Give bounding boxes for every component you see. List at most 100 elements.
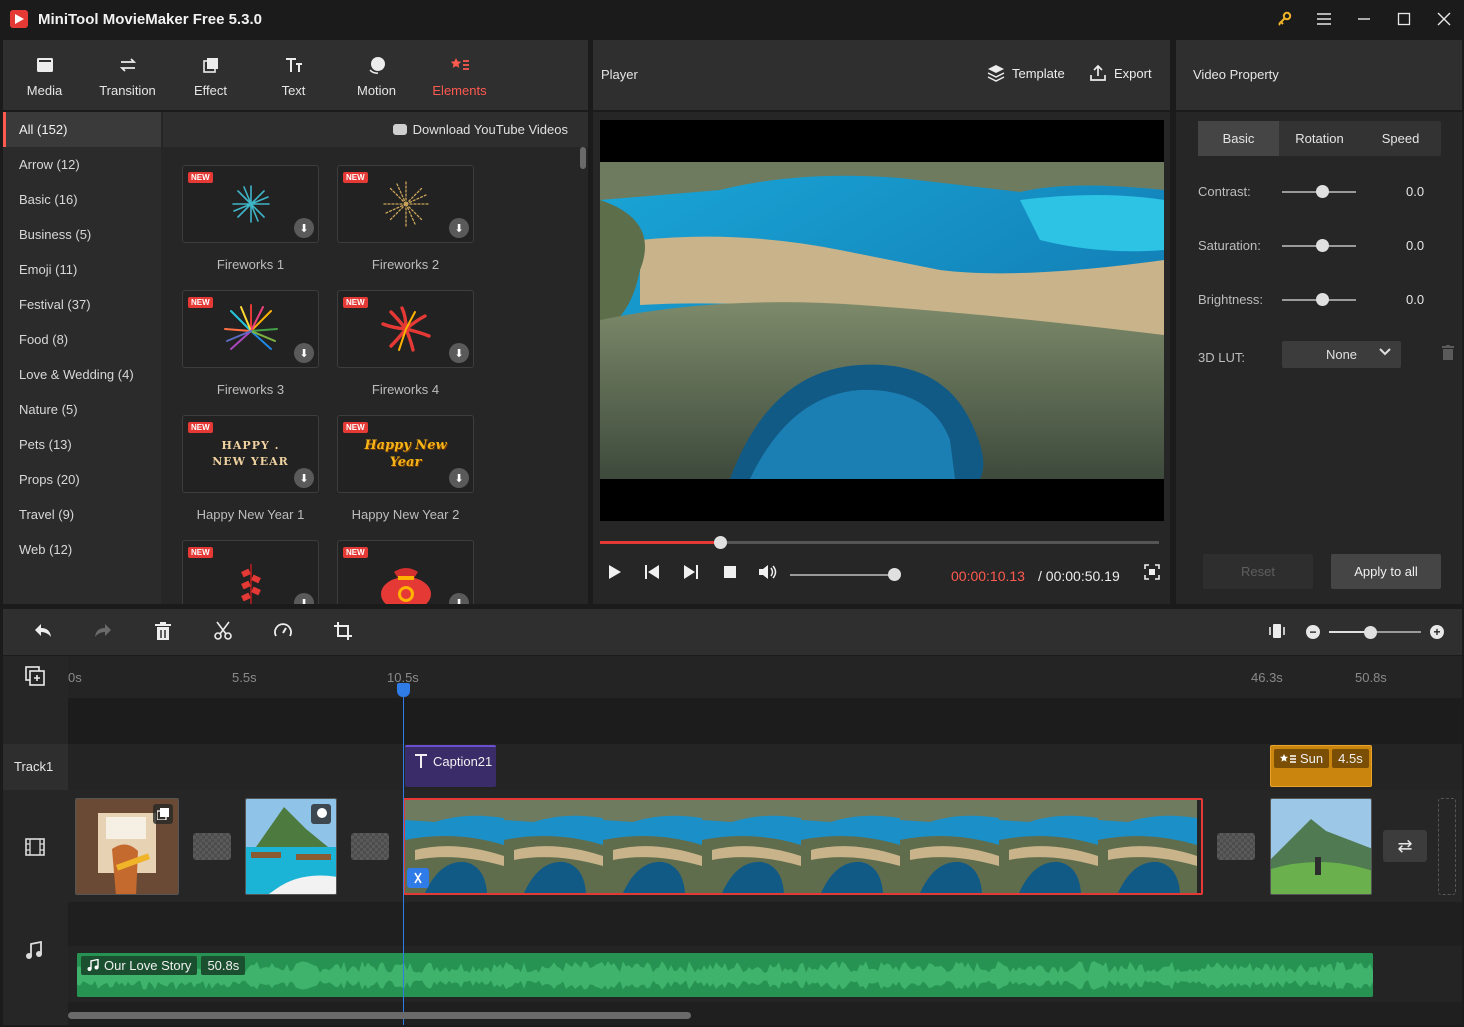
export-button[interactable]: Export <box>1089 64 1152 82</box>
volume-slider[interactable] <box>790 574 893 576</box>
template-button[interactable]: Template <box>987 64 1065 82</box>
redo-icon[interactable] <box>93 621 113 641</box>
next-frame-icon[interactable] <box>683 564 699 580</box>
video-clip-mountain[interactable] <box>1270 798 1372 895</box>
brightness-label: Brightness: <box>1198 292 1264 307</box>
category-all[interactable]: All (152) <box>3 112 161 147</box>
stop-icon[interactable] <box>722 564 738 580</box>
brightness-handle[interactable] <box>1316 293 1329 306</box>
timeline-scrollbar[interactable] <box>68 1012 691 1019</box>
tab-effect[interactable]: Effect <box>169 40 252 110</box>
trash-icon[interactable] <box>1442 345 1454 360</box>
key-icon[interactable] <box>1264 0 1304 38</box>
crop-icon[interactable] <box>333 621 353 641</box>
transition-slot[interactable] <box>193 833 231 860</box>
zoom-in-icon[interactable]: + <box>1430 625 1444 639</box>
download-icon[interactable]: ⬇ <box>294 343 314 363</box>
category-nature[interactable]: Nature (5) <box>3 392 161 427</box>
download-icon[interactable]: ⬇ <box>294 218 314 238</box>
tab-speed[interactable]: Speed <box>1360 121 1441 156</box>
category-arrow[interactable]: Arrow (12) <box>3 147 161 182</box>
elements-icon <box>1280 753 1296 763</box>
lut-row: 3D LUT: None <box>1198 341 1454 368</box>
playback-progress[interactable] <box>600 536 1159 549</box>
element-tile-fireworks-2[interactable]: NEW ⬇ <box>337 165 474 243</box>
tab-basic[interactable]: Basic <box>1198 121 1279 156</box>
layers-icon <box>987 65 1005 82</box>
video-preview[interactable] <box>600 120 1164 521</box>
tab-rotation[interactable]: Rotation <box>1279 121 1360 156</box>
split-marker-icon[interactable] <box>407 868 429 888</box>
download-icon[interactable]: ⬇ <box>294 468 314 488</box>
effect-icon <box>202 57 218 73</box>
contrast-handle[interactable] <box>1316 185 1329 198</box>
minimize-icon[interactable] <box>1344 0 1384 38</box>
playhead-handle[interactable] <box>397 683 410 697</box>
zoom-out-icon[interactable]: − <box>1306 625 1320 639</box>
zoom-handle[interactable] <box>1364 626 1377 639</box>
delete-icon[interactable] <box>154 621 172 641</box>
volume-icon[interactable] <box>758 564 778 580</box>
transition-slot[interactable] <box>351 833 389 860</box>
speed-icon[interactable] <box>273 621 293 641</box>
swap-icon[interactable]: ⇄ <box>1383 830 1427 862</box>
playhead[interactable] <box>403 686 404 1025</box>
transition-slot[interactable] <box>1217 833 1255 860</box>
add-clip-slot[interactable] <box>1438 798 1456 895</box>
audio-clip[interactable]: Our Love Story 50.8s <box>77 953 1373 997</box>
video-clip-van[interactable] <box>75 798 179 895</box>
tab-motion[interactable]: Motion <box>335 40 418 110</box>
time-ruler[interactable]: 0s 5.5s 10.5s 46.3s 50.8s <box>68 656 1462 698</box>
category-basic[interactable]: Basic (16) <box>3 182 161 217</box>
lut-dropdown[interactable]: None <box>1282 341 1401 368</box>
volume-handle[interactable] <box>888 568 901 581</box>
element-tile-fireworks-3[interactable]: NEW ⬇ <box>182 290 319 368</box>
split-scissors-icon[interactable] <box>213 621 233 641</box>
element-tile-fireworks-1[interactable]: NEW ⬇ <box>182 165 319 243</box>
element-clip-sun[interactable]: Sun 4.5s <box>1270 745 1372 787</box>
tab-transition[interactable]: Transition <box>86 40 169 110</box>
caption-clip[interactable]: Caption21 <box>405 745 496 787</box>
category-props[interactable]: Props (20) <box>3 462 161 497</box>
category-travel[interactable]: Travel (9) <box>3 497 161 532</box>
tab-elements[interactable]: Elements <box>418 40 501 110</box>
category-emoji[interactable]: Emoji (11) <box>3 252 161 287</box>
video-clip-selected[interactable] <box>403 798 1203 895</box>
tab-text[interactable]: Text <box>252 40 335 110</box>
category-food[interactable]: Food (8) <box>3 322 161 357</box>
play-icon[interactable] <box>607 564 623 580</box>
category-business[interactable]: Business (5) <box>3 217 161 252</box>
element-tile-firecracker[interactable]: NEW ⬇ <box>182 540 319 604</box>
element-tile-lucky-bag[interactable]: NEW ⬇ <box>337 540 474 604</box>
tab-media[interactable]: Media <box>3 40 86 110</box>
saturation-handle[interactable] <box>1316 239 1329 252</box>
library-scrollbar[interactable] <box>580 147 586 169</box>
category-festival[interactable]: Festival (37) <box>3 287 161 322</box>
previous-frame-icon[interactable] <box>644 564 660 580</box>
download-youtube-link[interactable]: Download YouTube Videos <box>392 122 568 137</box>
category-love-wedding[interactable]: Love & Wedding (4) <box>3 357 161 392</box>
category-web[interactable]: Web (12) <box>3 532 161 567</box>
motion-clip-icon <box>311 804 331 824</box>
ruler-label: 5.5s <box>232 670 257 685</box>
undo-icon[interactable] <box>33 621 53 641</box>
progress-handle[interactable] <box>714 536 728 549</box>
close-icon[interactable] <box>1424 0 1464 38</box>
download-icon[interactable]: ⬇ <box>449 468 469 488</box>
video-clip-island[interactable] <box>245 798 337 895</box>
element-tile-happy-new-year-2[interactable]: NEW Happy New Year ⬇ <box>337 415 474 493</box>
fullscreen-icon[interactable] <box>1144 564 1160 580</box>
download-icon[interactable]: ⬇ <box>449 593 469 604</box>
download-icon[interactable]: ⬇ <box>294 593 314 604</box>
add-track-icon[interactable] <box>25 666 45 686</box>
download-icon[interactable]: ⬇ <box>449 218 469 238</box>
element-tile-fireworks-4[interactable]: NEW ⬇ <box>337 290 474 368</box>
reset-button[interactable]: Reset <box>1203 554 1313 589</box>
element-tile-happy-new-year-1[interactable]: NEW HAPPY . NEW YEAR ⬇ <box>182 415 319 493</box>
fit-timeline-icon[interactable] <box>1268 622 1286 640</box>
maximize-icon[interactable] <box>1384 0 1424 38</box>
menu-icon[interactable] <box>1304 0 1344 38</box>
download-icon[interactable]: ⬇ <box>449 343 469 363</box>
category-pets[interactable]: Pets (13) <box>3 427 161 462</box>
apply-to-all-button[interactable]: Apply to all <box>1331 554 1441 589</box>
